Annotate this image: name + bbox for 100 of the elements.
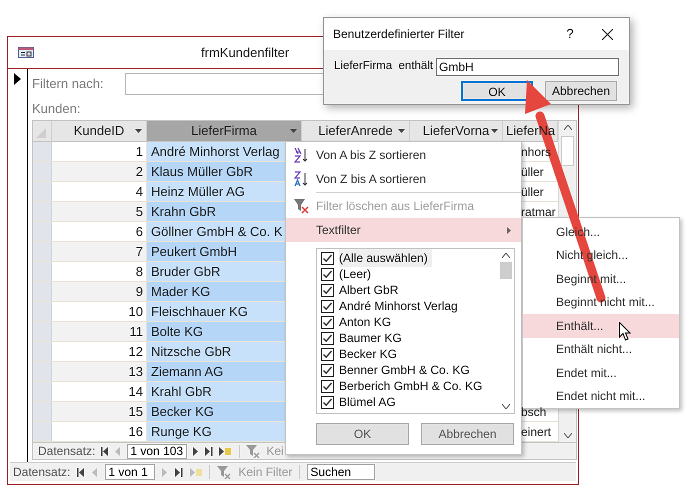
menu-item[interactable]: Enthält nicht... xyxy=(523,338,679,361)
record-selector-icon[interactable] xyxy=(14,73,21,85)
scroll-up-icon[interactable] xyxy=(502,253,510,258)
table-cell-text: Bolte KG xyxy=(151,322,204,341)
dialog-button[interactable]: Abbrechen xyxy=(545,81,617,101)
scroll-down-icon[interactable] xyxy=(564,433,572,438)
table-cell-text: 12 xyxy=(128,342,143,361)
list-item[interactable]: Baumer KG xyxy=(339,329,406,347)
checkbox[interactable] xyxy=(321,396,334,408)
menu-button[interactable]: OK xyxy=(316,423,409,445)
column-header[interactable]: LieferFirma xyxy=(147,121,302,141)
list-item[interactable]: Anton KG xyxy=(339,313,396,331)
table-cell-text: 9 xyxy=(136,282,143,301)
form-title: frmKundenfilter xyxy=(201,44,290,62)
table-cell-text: 4 xyxy=(136,182,143,201)
checkbox[interactable] xyxy=(321,252,334,264)
checkbox[interactable] xyxy=(321,332,334,344)
table-cell-text: 13 xyxy=(128,362,143,381)
last-record-icon[interactable] xyxy=(205,446,214,456)
table-cell-text: 14 xyxy=(128,382,143,401)
checkbox[interactable] xyxy=(321,316,334,328)
checkbox[interactable] xyxy=(321,364,334,376)
table-cell-text: Mader KG xyxy=(151,282,210,301)
next-record-icon[interactable] xyxy=(193,446,200,456)
filter-off-icon[interactable] xyxy=(217,466,232,478)
last-record-icon[interactable] xyxy=(175,468,184,476)
checkbox[interactable] xyxy=(321,348,334,360)
menu-item[interactable]: Textfilter xyxy=(286,218,521,242)
table-cell-text: Klaus Müller GbR xyxy=(151,162,253,181)
list-item[interactable]: (Leer) xyxy=(339,265,376,283)
table-cell-text: Becker KG xyxy=(151,402,214,421)
filter-value-field[interactable]: GmbH xyxy=(436,58,619,76)
search-field[interactable]: Suchen xyxy=(307,464,376,480)
new-record-icon[interactable] xyxy=(219,446,232,456)
menu-item[interactable]: Von A bis Z sortieren xyxy=(286,143,521,167)
record-label: Datensatz: xyxy=(38,443,96,460)
scroll-down-icon[interactable] xyxy=(502,404,510,409)
table-cell-text: 5 xyxy=(136,202,143,221)
table-cell-text: Peukert GmbH xyxy=(151,242,237,261)
checkbox[interactable] xyxy=(321,268,334,280)
list-item[interactable]: Blümel AG xyxy=(339,393,400,411)
list-item[interactable]: Albert GbR xyxy=(339,281,402,299)
table-cell-text: Heinz Müller AG xyxy=(151,182,245,201)
sort-ascending-icon xyxy=(293,147,309,163)
table-cell-text: 2 xyxy=(136,162,143,181)
menu-item[interactable]: Endet mit... xyxy=(523,361,679,384)
field-label: LieferFirma enthält xyxy=(334,59,434,74)
table-cell-text: Krahl GbR xyxy=(151,382,212,401)
list-item[interactable]: (Alle auswählen) xyxy=(339,249,432,267)
table-cell-text: Göllner GmbH & Co. K xyxy=(151,222,282,241)
table-cell-text: Krahn GbR xyxy=(151,202,216,221)
first-record-icon[interactable] xyxy=(77,468,86,476)
table-cell-text: Nitzsche GbR xyxy=(151,342,232,361)
clear-filter-icon xyxy=(293,198,309,214)
checkbox[interactable] xyxy=(321,300,334,312)
table-cell-text: 16 xyxy=(128,422,143,441)
menu-item[interactable]: Von Z bis A sortieren xyxy=(286,167,521,191)
list-item[interactable]: Benner GmbH & Co. KG xyxy=(339,361,474,379)
menu-button[interactable]: Abbrechen xyxy=(421,423,514,445)
scrollbar-thumb[interactable] xyxy=(561,136,574,166)
menu-item[interactable]: Enthält... xyxy=(523,314,679,338)
table-cell-text: André Minhorst Verlag xyxy=(151,142,280,161)
table-cell-text: 15 xyxy=(128,402,143,421)
table-cell-text: einert xyxy=(521,424,552,440)
record-position-field[interactable]: 1 von 103 xyxy=(127,444,188,458)
form-icon xyxy=(18,47,34,58)
dialog-title: Benutzerdefinierter Filter xyxy=(333,26,466,43)
dropdown-caret-icon[interactable] xyxy=(491,129,498,133)
list-item[interactable]: André Minhorst Verlag xyxy=(339,297,462,315)
dropdown-caret-icon[interactable] xyxy=(290,129,297,133)
table-cell-text: Fleischhauer KG xyxy=(151,302,248,321)
mouse-pointer-icon xyxy=(619,322,631,341)
dropdown-caret-icon[interactable] xyxy=(398,129,405,133)
list-item[interactable]: Becker KG xyxy=(339,345,402,363)
first-record-icon[interactable] xyxy=(101,446,110,456)
table-cell-text: Runge KG xyxy=(151,422,212,441)
table-cell-text: 7 xyxy=(136,242,143,261)
help-button[interactable]: ? xyxy=(560,24,580,44)
filter-off-icon[interactable] xyxy=(246,444,260,458)
checkbox[interactable] xyxy=(321,284,334,296)
table-cell-text: ratmar xyxy=(521,204,556,220)
list-item[interactable]: Berberich GmbH & Co. KG xyxy=(339,377,486,395)
filter-label: Filtern nach: xyxy=(32,75,105,94)
scrollbar-thumb[interactable] xyxy=(500,262,512,279)
close-icon[interactable] xyxy=(602,28,613,40)
table-cell-text: 6 xyxy=(136,222,143,241)
sort-descending-icon xyxy=(293,171,309,187)
submenu-arrow-icon xyxy=(507,226,511,234)
record-position-field[interactable]: 1 von 1 xyxy=(105,464,156,480)
dropdown-caret-icon[interactable] xyxy=(135,129,142,133)
menu-item[interactable]: Beginnt nicht mit... xyxy=(523,290,679,314)
customers-label: Kunden: xyxy=(32,100,82,117)
record-label: Datensatz: xyxy=(13,464,70,481)
checkbox[interactable] xyxy=(321,380,334,392)
table-cell-text: üller xyxy=(521,164,544,180)
dialog-button[interactable]: OK xyxy=(461,81,533,101)
table-cell-text: üller xyxy=(521,184,544,200)
table-cell-text: Bruder GbR xyxy=(151,262,220,281)
table-cell-text: Ziemann AG xyxy=(151,362,224,381)
scroll-up-icon[interactable] xyxy=(564,125,572,130)
